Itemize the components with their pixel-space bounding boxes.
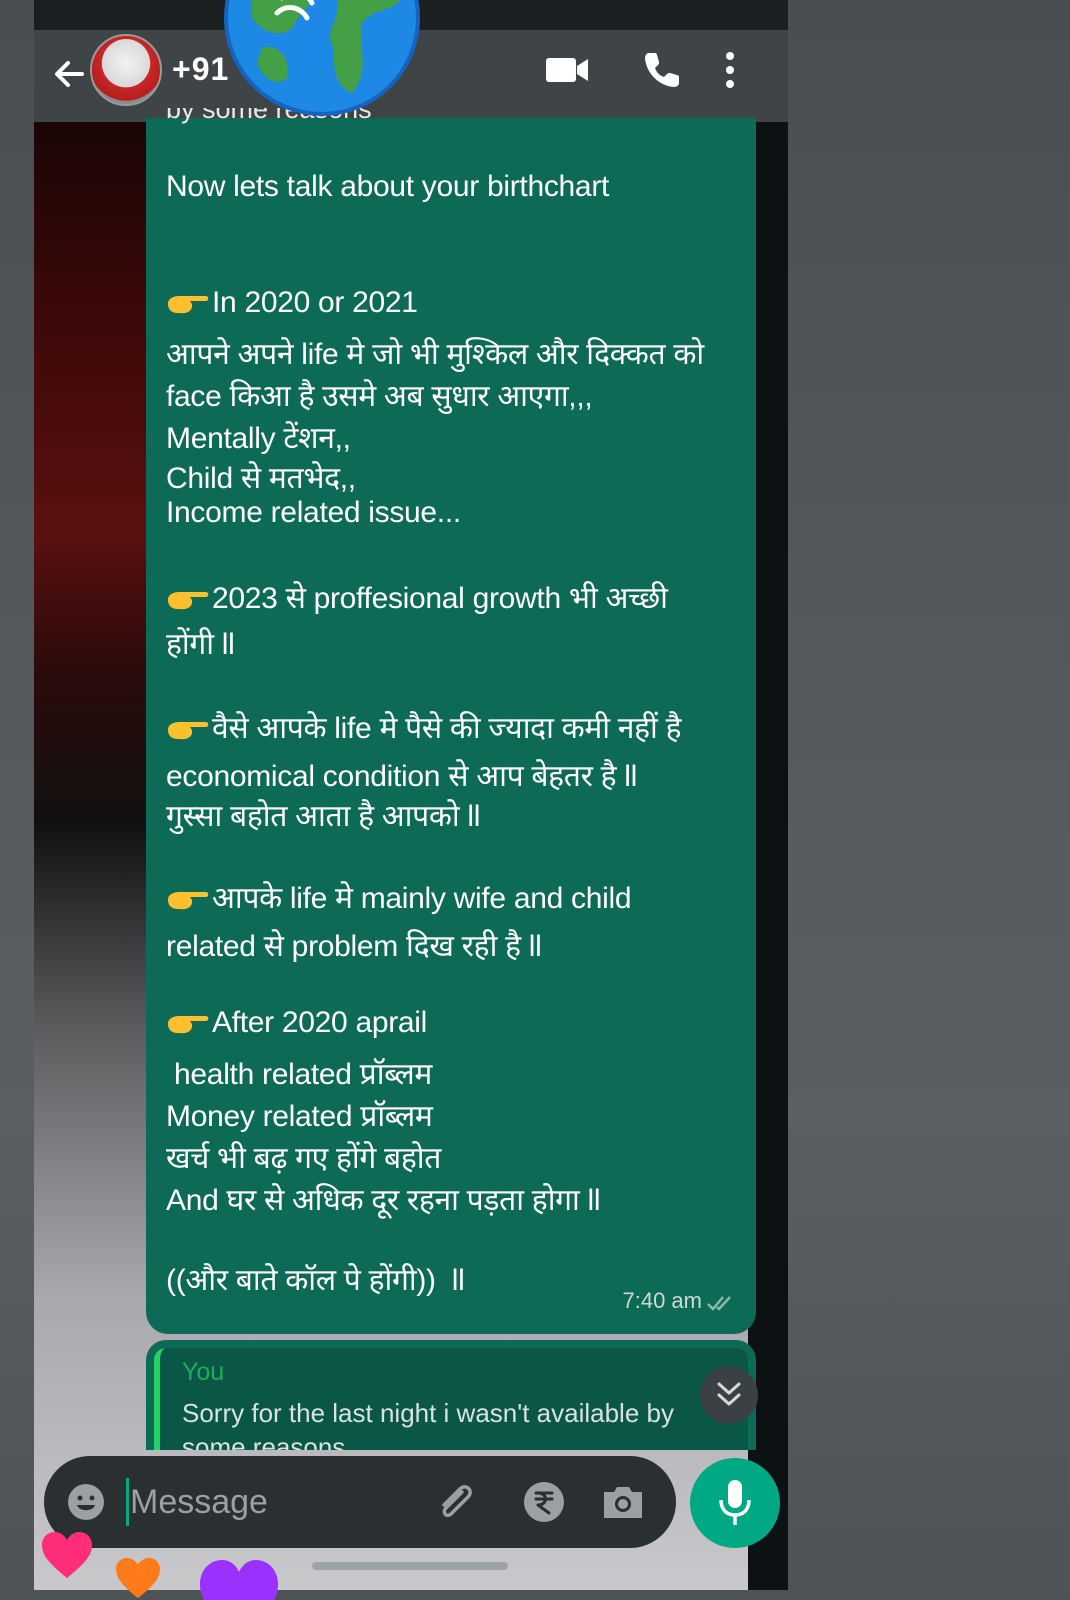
arrow-left-icon[interactable] — [48, 52, 92, 96]
contact-number-prefix: +91 — [172, 51, 230, 87]
microphone-icon — [719, 1480, 751, 1525]
message-line: Child से मतभेद,, — [166, 462, 356, 495]
video-camera-icon[interactable] — [544, 52, 590, 88]
more-vertical-icon[interactable] — [722, 48, 738, 92]
message-input[interactable] — [130, 1476, 420, 1528]
message-line: health related प्रॉब्लम — [166, 1058, 433, 1091]
pointing-hand-icon — [168, 722, 209, 740]
message-line: face किआ है उसमे अब सुधार आएगा,,, — [166, 380, 593, 413]
message-line: After 2020 aprail — [166, 1006, 427, 1040]
phone-icon[interactable] — [640, 48, 684, 92]
message-timestamp: 7:40 am — [622, 1288, 703, 1313]
message-line: related से problem दिख रही है ll — [166, 930, 542, 963]
message-line: In 2020 or 2021 — [166, 286, 418, 320]
message-line: आपके life मे mainly wife and child — [166, 876, 632, 917]
pointing-hand-icon — [168, 1016, 209, 1034]
voice-message-button[interactable] — [690, 1458, 780, 1548]
pink-heart-icon — [42, 1532, 92, 1578]
message-line: Income related issue... — [166, 496, 461, 529]
rupee-payment-icon[interactable] — [522, 1480, 566, 1524]
message-line: And घर से अधिक दूर रहना पड़ता होगा ll — [166, 1184, 601, 1217]
quoted-sender: You — [182, 1358, 225, 1386]
message-line: होंगी ll — [166, 628, 235, 661]
double-chevron-down-icon — [717, 1382, 741, 1406]
pointing-hand-icon — [168, 592, 209, 610]
pointing-hand-icon — [168, 296, 209, 314]
message-line: वैसे आपके life मे पैसे की ज्यादा कमी नही… — [166, 706, 682, 747]
message-line: ((और बाते कॉल पे होंगी)) ll — [166, 1264, 465, 1297]
double-check-icon — [707, 1296, 731, 1311]
scroll-to-bottom-button[interactable] — [700, 1366, 758, 1424]
message-line: आपने अपने life मे जो भी मुश्किल और दिक्क… — [166, 338, 704, 371]
message-line: economical condition से आप बेहतर है ll — [166, 760, 638, 793]
pointing-hand-icon — [168, 892, 209, 910]
text-caret — [126, 1478, 129, 1526]
message-composer — [44, 1456, 676, 1548]
orange-heart-icon — [116, 1557, 160, 1599]
emoji-icon[interactable] — [66, 1482, 106, 1522]
message-line: गुस्सा बहोत आता है आपको ll — [166, 800, 481, 833]
globe-sticker-icon — [224, 0, 420, 116]
message-line: 2023 से proffesional growth भी अच्छी — [166, 576, 668, 617]
paperclip-icon[interactable] — [432, 1478, 480, 1526]
home-indicator — [312, 1562, 508, 1570]
message-line: खर्च भी बढ़ गए होंगे बहोत — [166, 1142, 442, 1175]
purple-heart-icon — [200, 1560, 278, 1600]
message-line: Mentally टेंशन,, — [166, 422, 351, 455]
message-line: Money related प्रॉब्लम — [166, 1100, 433, 1133]
camera-icon[interactable] — [600, 1480, 646, 1524]
quoted-text: Sorry for the last night i wasn't availa… — [182, 1398, 674, 1450]
quoted-message[interactable]: You Sorry for the last night i wasn't av… — [154, 1348, 748, 1450]
outgoing-reply-bubble[interactable]: You Sorry for the last night i wasn't av… — [146, 1340, 756, 1450]
incoming-message-bubble[interactable]: by some reasons Now lets talk about your… — [146, 108, 756, 1334]
message-line: Now lets talk about your birthchart — [166, 170, 610, 203]
contact-avatar[interactable] — [90, 34, 162, 106]
